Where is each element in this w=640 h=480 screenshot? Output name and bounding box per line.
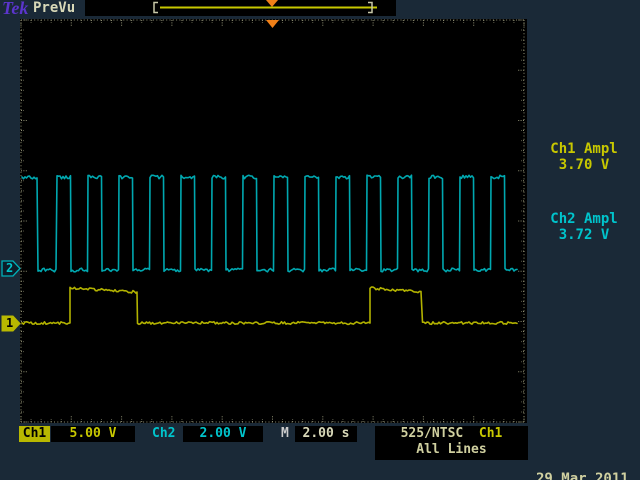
ch1-channel-badge: Ch1 [19, 426, 50, 442]
ch2-amplitude-value: 3.72 V [536, 227, 632, 243]
trigger-source: Ch1 [479, 426, 502, 441]
graticule-area [20, 19, 527, 423]
ch2-vertical-scale: 2.00 V [183, 426, 263, 442]
datetime-readout: 29 Mar 2011 15:57:52 [536, 442, 629, 480]
ch2-ground-marker-label: 2 [6, 262, 13, 274]
acquisition-bar [85, 0, 396, 16]
ch1-amplitude-label: Ch1 Ampl [536, 141, 632, 157]
ch1-amplitude-readout: Ch1 Ampl 3.70 V [536, 141, 632, 173]
ch1-amplitude-value: 3.70 V [536, 157, 632, 173]
video-lines-mode: All Lines [375, 442, 528, 458]
video-standard: 525/NTSC [401, 426, 464, 441]
ch2-channel-label: Ch2 [152, 426, 175, 442]
ch2-amplitude-label: Ch2 Ampl [536, 211, 632, 227]
acquisition-mode-label: PreVu [33, 0, 75, 16]
timebase-scale: 2.00 s [295, 426, 357, 442]
video-standard-and-source: 525/NTSC Ch1 [375, 426, 528, 442]
main-timebase-label: M [281, 426, 289, 442]
video-trigger-readout: 525/NTSC Ch1 All Lines [375, 426, 528, 460]
tek-logo: Tek [2, 0, 28, 19]
ch2-amplitude-readout: Ch2 Ampl 3.72 V [536, 211, 632, 243]
ch1-vertical-scale: 5.00 V [51, 426, 135, 442]
oscilloscope-screen: Tek PreVu 2 1 Ch1 Ampl 3.70 V Ch2 Ampl 3… [0, 0, 640, 480]
ch1-ground-marker-label: 1 [6, 317, 13, 329]
date-label: 29 Mar 2011 [536, 472, 629, 480]
